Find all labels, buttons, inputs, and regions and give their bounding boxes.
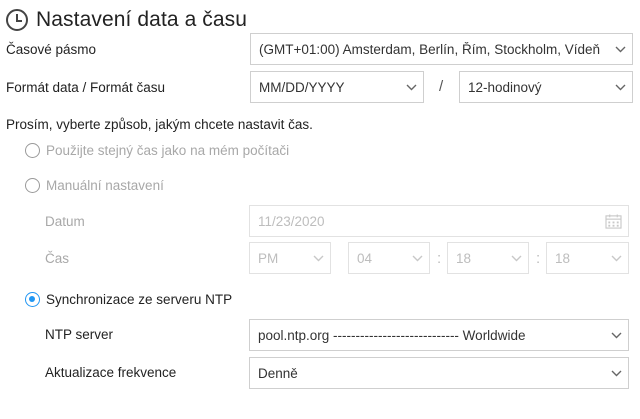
date-format-value: MM/DD/YYYY [259, 79, 345, 95]
option-manual-label: Manuální nastavení [46, 178, 164, 193]
ntp-server-label: NTP server [45, 327, 114, 342]
ampm-value: PM [258, 250, 279, 266]
second-select[interactable]: 18 [546, 242, 629, 274]
chevron-down-icon [399, 72, 423, 102]
option-same-as-pc[interactable]: Použijte stejný čas jako na mém počítači [25, 143, 289, 158]
calendar-icon[interactable] [598, 206, 628, 236]
timezone-select[interactable]: (GMT+01:00) Amsterdam, Berlín, Řím, Stoc… [250, 33, 633, 65]
date-label: Datum [45, 214, 85, 229]
date-format-select[interactable]: MM/DD/YYYY [250, 71, 424, 103]
minute-second-separator: : [536, 250, 541, 267]
timezone-label: Časové pásmo [6, 42, 97, 57]
update-frequency-select[interactable]: Denně [249, 357, 629, 389]
option-ntp-label: Synchronizace ze serveru NTP [46, 292, 233, 307]
option-same-as-pc-label: Použijte stejný čas jako na mém počítači [46, 143, 290, 158]
page-header: Nastavení data a času [6, 6, 247, 34]
clock-icon [6, 9, 28, 31]
date-input[interactable]: 11/23/2020 [249, 205, 629, 237]
ntp-server-select[interactable]: pool.ntp.org ---------------------------… [249, 319, 629, 351]
chevron-down-icon [608, 72, 632, 102]
radio-same-as-pc[interactable] [25, 143, 40, 158]
radio-ntp[interactable] [25, 292, 40, 307]
update-frequency-label: Aktualizace frekvence [45, 365, 177, 380]
instruction-text: Prosím, vyberte způsob, jakým chcete nas… [6, 117, 313, 132]
option-ntp[interactable]: Synchronizace ze serveru NTP [25, 292, 232, 307]
chevron-down-icon [608, 34, 632, 64]
format-separator: / [439, 78, 444, 95]
chevron-down-icon [604, 243, 628, 273]
chevron-down-icon [405, 243, 429, 273]
chevron-down-icon [604, 358, 628, 388]
time-format-select[interactable]: 12-hodinový [459, 71, 633, 103]
page-title: Nastavení data a času [36, 8, 248, 31]
hour-select[interactable]: 04 [348, 242, 430, 274]
second-value: 18 [555, 250, 571, 266]
ntp-server-value: pool.ntp.org ---------------------------… [258, 327, 526, 343]
minute-select[interactable]: 18 [447, 242, 529, 274]
hour-value: 04 [357, 250, 373, 266]
date-value: 11/23/2020 [258, 213, 325, 229]
chevron-down-icon [604, 320, 628, 350]
radio-manual[interactable] [25, 178, 40, 193]
option-manual[interactable]: Manuální nastavení [25, 178, 164, 193]
minute-value: 18 [456, 250, 472, 266]
hour-minute-separator: : [437, 250, 442, 267]
format-label: Formát data / Formát času [6, 80, 166, 95]
ampm-select[interactable]: PM [249, 242, 331, 274]
time-label: Čas [45, 251, 70, 266]
timezone-value: (GMT+01:00) Amsterdam, Berlín, Řím, Stoc… [259, 41, 600, 57]
chevron-down-icon [504, 243, 528, 273]
time-format-value: 12-hodinový [468, 79, 542, 95]
update-frequency-value: Denně [258, 365, 298, 381]
chevron-down-icon [306, 243, 330, 273]
